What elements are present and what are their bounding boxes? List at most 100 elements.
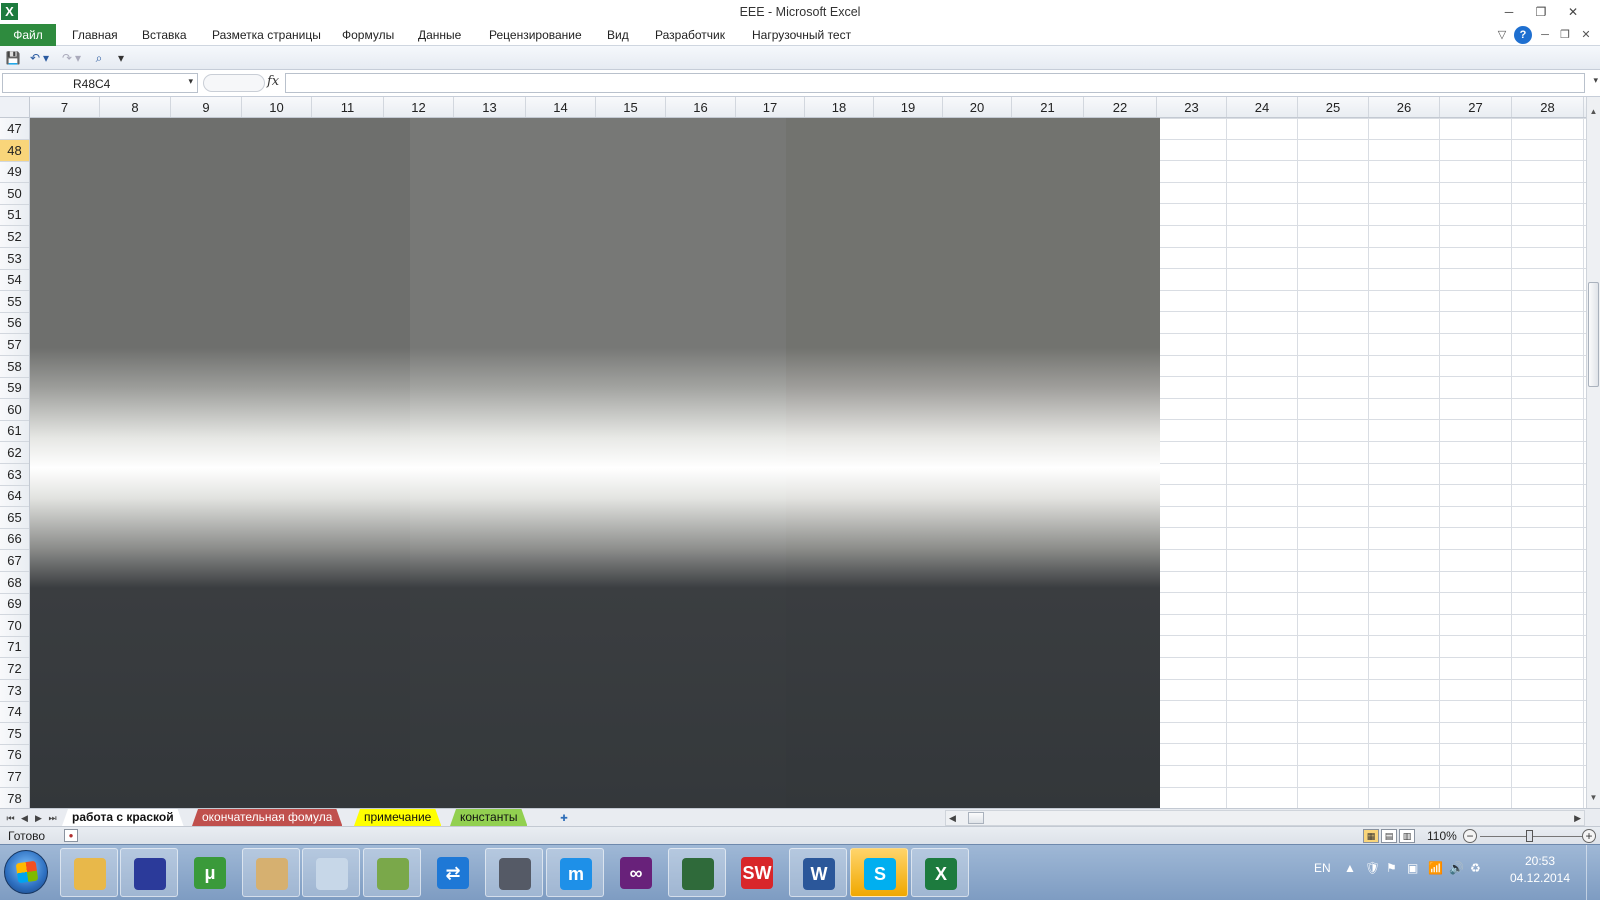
row-header[interactable]: 73 xyxy=(0,680,29,702)
row-header[interactable]: 64 xyxy=(0,485,29,508)
row-header[interactable]: 66 xyxy=(0,528,29,551)
column-header[interactable]: 12 xyxy=(384,97,454,117)
page-layout-view-icon[interactable]: ▤ xyxy=(1381,829,1397,843)
device-icon[interactable]: ▣ xyxy=(1407,861,1418,875)
minimize-button[interactable]: ─ xyxy=(1496,2,1522,22)
customize-qat-icon[interactable]: ▾ xyxy=(112,49,130,67)
cell-grid[interactable] xyxy=(30,118,1586,808)
next-sheet-icon[interactable]: ▶ xyxy=(32,810,45,826)
column-header[interactable]: 28 xyxy=(1512,97,1584,117)
name-box[interactable]: R48C4 ▾ xyxy=(2,73,198,93)
close-button[interactable]: ✕ xyxy=(1560,2,1586,22)
row-header[interactable]: 78 xyxy=(0,788,29,808)
show-desktop-button[interactable] xyxy=(1586,845,1600,900)
row-header[interactable]: 59 xyxy=(0,377,29,400)
row-header[interactable]: 53 xyxy=(0,248,29,270)
taskbar-explorer-button[interactable] xyxy=(60,848,118,897)
tab-formulas[interactable]: Формулы xyxy=(342,24,394,46)
undo-dropdown-icon[interactable]: ▾ xyxy=(41,49,51,67)
row-header[interactable]: 61 xyxy=(0,420,29,443)
row-header[interactable]: 52 xyxy=(0,226,29,248)
row-header[interactable]: 76 xyxy=(0,744,29,767)
tab-insert[interactable]: Вставка xyxy=(142,24,187,46)
clock[interactable]: 20:53 04.12.2014 xyxy=(1500,853,1580,887)
normal-view-icon[interactable]: ▦ xyxy=(1363,829,1379,843)
row-header[interactable]: 75 xyxy=(0,723,29,745)
network-icon[interactable]: 📶 xyxy=(1428,861,1443,875)
row-header[interactable]: 60 xyxy=(0,399,29,421)
taskbar-camera-button[interactable] xyxy=(485,848,543,897)
taskbar-maxthon-button[interactable]: m xyxy=(546,848,604,897)
last-sheet-icon[interactable]: ⏭ xyxy=(46,810,59,826)
expand-formula-bar-icon[interactable]: ▾ xyxy=(1593,75,1598,86)
tab-load-test[interactable]: Нагрузочный тест xyxy=(752,24,851,46)
start-button[interactable] xyxy=(4,850,48,894)
action-center-icon[interactable]: ⚑ xyxy=(1386,861,1397,875)
taskbar-visual-studio-button[interactable]: ∞ xyxy=(607,848,665,897)
row-header[interactable]: 68 xyxy=(0,572,29,594)
scroll-left-icon[interactable]: ◀ xyxy=(949,811,956,825)
row-header[interactable]: 48 xyxy=(0,139,29,162)
save-icon[interactable]: 💾 xyxy=(4,49,22,67)
row-header[interactable]: 72 xyxy=(0,658,29,680)
row-header[interactable]: 65 xyxy=(0,507,29,529)
column-header[interactable]: 19 xyxy=(874,97,943,117)
taskbar-solidworks-button[interactable]: SW xyxy=(728,848,786,897)
column-header[interactable]: 11 xyxy=(312,97,384,117)
sheet-tab-paint[interactable]: работа с краской xyxy=(62,809,184,826)
column-header[interactable]: 9 xyxy=(171,97,242,117)
scroll-right-icon[interactable]: ▶ xyxy=(1574,811,1581,825)
insert-function-icon[interactable]: fx xyxy=(267,74,279,89)
horizontal-scrollbar[interactable]: ◀ ▶ xyxy=(945,810,1585,826)
scroll-down-icon[interactable]: ▼ xyxy=(1587,791,1600,805)
ribbon-collapse-icon[interactable]: ▽ xyxy=(1493,26,1511,44)
column-header[interactable]: 16 xyxy=(666,97,736,117)
taskbar-word-button[interactable]: W xyxy=(789,848,847,897)
macro-record-icon[interactable]: ● xyxy=(64,829,78,842)
volume-icon[interactable]: 🔊 xyxy=(1449,861,1464,875)
sheet-tab-constants[interactable]: константы xyxy=(450,809,527,826)
row-header[interactable]: 69 xyxy=(0,593,29,616)
horizontal-scroll-thumb[interactable] xyxy=(968,812,984,824)
zoom-out-button[interactable]: − xyxy=(1463,829,1477,843)
row-header[interactable]: 63 xyxy=(0,464,29,486)
taskbar-calculator-button[interactable] xyxy=(302,848,360,897)
zoom-slider-thumb[interactable] xyxy=(1526,830,1533,842)
scroll-up-icon[interactable]: ▲ xyxy=(1587,105,1600,119)
column-header[interactable]: 7 xyxy=(30,97,100,117)
row-header[interactable]: 47 xyxy=(0,118,29,140)
row-header[interactable]: 74 xyxy=(0,701,29,724)
sheet-tab-final-formula[interactable]: окончательная фомула xyxy=(192,809,342,826)
workbook-minimize-icon[interactable]: ─ xyxy=(1536,26,1554,44)
row-header[interactable]: 54 xyxy=(0,269,29,292)
tab-developer[interactable]: Разработчик xyxy=(655,24,725,46)
tab-page-layout[interactable]: Разметка страницы xyxy=(212,24,321,46)
help-icon[interactable]: ? xyxy=(1514,26,1532,44)
row-header[interactable]: 58 xyxy=(0,356,29,378)
first-sheet-icon[interactable]: ⏮ xyxy=(4,810,17,826)
redo-dropdown-icon[interactable]: ▾ xyxy=(73,49,83,67)
tab-review[interactable]: Рецензирование xyxy=(489,24,582,46)
column-header[interactable]: 10 xyxy=(242,97,312,117)
row-header[interactable]: 55 xyxy=(0,291,29,313)
filled-range-right[interactable] xyxy=(786,118,1160,808)
row-header[interactable]: 50 xyxy=(0,183,29,205)
row-header[interactable]: 77 xyxy=(0,766,29,788)
tab-home[interactable]: Главная xyxy=(72,24,118,46)
row-header[interactable]: 56 xyxy=(0,312,29,335)
filled-range-middle[interactable] xyxy=(410,118,786,808)
tab-data[interactable]: Данные xyxy=(418,24,461,46)
taskbar-skype-button[interactable]: S xyxy=(850,848,908,897)
update-icon[interactable]: ♻ xyxy=(1470,861,1481,875)
restore-button[interactable]: ❐ xyxy=(1528,2,1554,22)
filled-range-left[interactable] xyxy=(30,118,410,808)
row-header[interactable]: 70 xyxy=(0,615,29,637)
workbook-close-icon[interactable]: ✕ xyxy=(1577,26,1595,44)
column-header[interactable]: 13 xyxy=(454,97,526,117)
language-indicator[interactable]: EN xyxy=(1314,861,1331,875)
row-header[interactable]: 57 xyxy=(0,334,29,356)
find-icon[interactable]: ⌕ xyxy=(90,49,108,67)
taskbar-paint-button[interactable] xyxy=(242,848,300,897)
column-header[interactable]: 15 xyxy=(596,97,666,117)
tab-file[interactable]: Файл xyxy=(0,24,56,46)
